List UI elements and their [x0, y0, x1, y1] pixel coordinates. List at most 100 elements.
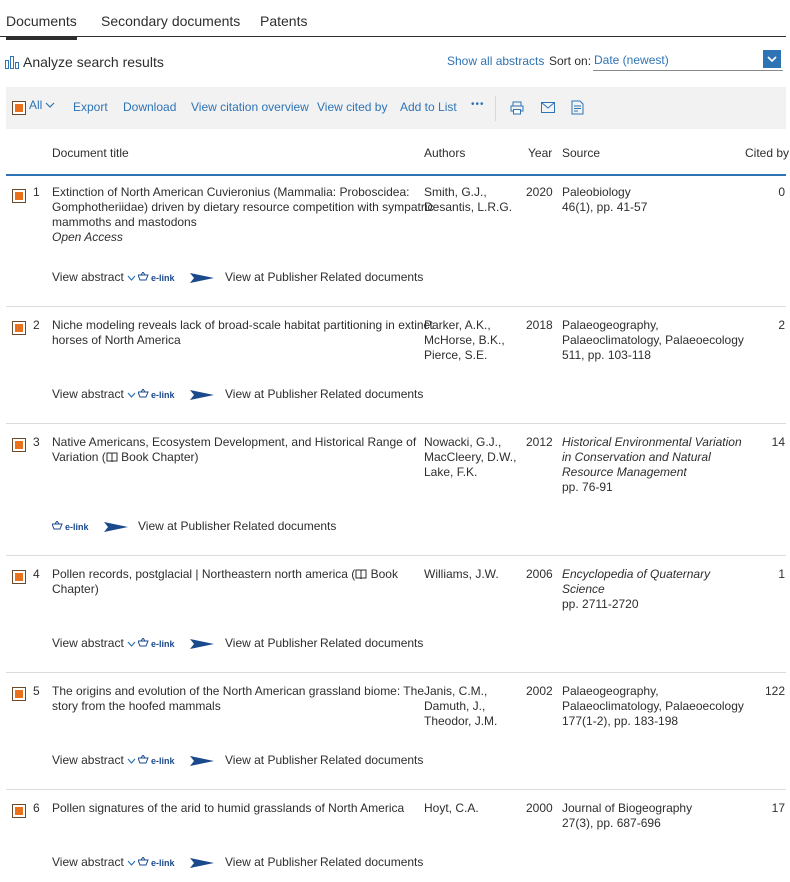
- title-line-with-icon: Pollen records, postglacial | Northeaste…: [52, 567, 398, 582]
- column-header-source[interactable]: Source: [562, 146, 600, 161]
- view-abstract-button[interactable]: View abstract: [52, 753, 136, 768]
- row-checkbox[interactable]: [12, 438, 26, 452]
- document-title-link[interactable]: Pollen records, postglacial | Northeaste…: [52, 567, 398, 597]
- column-header-cited-by[interactable]: Cited by: [745, 146, 789, 161]
- author-link[interactable]: Damuth, J.,: [424, 699, 497, 714]
- analyze-search-results-link[interactable]: Analyze search results: [23, 54, 164, 70]
- author-link[interactable]: Janis, C.M.,: [424, 684, 497, 699]
- document-title-link[interactable]: Extinction of North American Cuvieronius…: [52, 185, 434, 245]
- author-link[interactable]: Hoyt, C.A.: [424, 801, 479, 816]
- row-checkbox[interactable]: [12, 189, 26, 203]
- sort-select[interactable]: Date (newest): [593, 49, 783, 71]
- column-header-authors[interactable]: Authors: [424, 146, 465, 161]
- cited-by-count[interactable]: 2: [778, 318, 785, 333]
- source-title: Paleobiology: [562, 185, 631, 199]
- title-line: Book: [367, 567, 398, 581]
- author-link[interactable]: Lake, F.K.: [424, 465, 516, 480]
- document-title-link[interactable]: The origins and evolution of the North A…: [52, 684, 424, 714]
- document-title-link[interactable]: Pollen signatures of the arid to humid g…: [52, 801, 404, 816]
- title-line-with-icon: Variation ( Book Chapter): [52, 450, 416, 465]
- analyze-icon[interactable]: [5, 55, 20, 69]
- author-link[interactable]: Theodor, J.M.: [424, 714, 497, 729]
- view-at-publisher-link[interactable]: View at Publisher: [138, 519, 231, 534]
- elink-logo-link[interactable]: e-link: [138, 638, 214, 650]
- elink-logo-link[interactable]: e-link: [138, 857, 214, 869]
- sort-label: Sort on:: [549, 54, 592, 68]
- row-checkbox[interactable]: [12, 321, 26, 335]
- authors-cell: Hoyt, C.A.: [424, 801, 479, 816]
- related-documents-link[interactable]: Related documents: [320, 855, 423, 870]
- author-link[interactable]: Smith, G.J.,: [424, 185, 512, 200]
- document-title-link[interactable]: Native Americans, Ecosystem Development,…: [52, 435, 416, 465]
- row-checkbox[interactable]: [12, 804, 26, 818]
- elink-logo-link[interactable]: e-link: [138, 272, 214, 284]
- author-link[interactable]: Pierce, S.E.: [424, 348, 505, 363]
- source-cell[interactable]: Encyclopedia of Quaternary Science pp. 2…: [562, 567, 710, 612]
- download-button[interactable]: Download: [123, 100, 176, 114]
- column-header-year[interactable]: Year: [528, 146, 552, 161]
- elink-label: e-link: [151, 756, 176, 766]
- row-checkbox[interactable]: [12, 687, 26, 701]
- elink-logo-link[interactable]: e-link: [52, 521, 128, 533]
- view-at-publisher-link[interactable]: View at Publisher: [225, 387, 318, 402]
- cited-by-count[interactable]: 14: [772, 435, 785, 450]
- view-abstract-button[interactable]: View abstract: [52, 270, 136, 285]
- source-cell[interactable]: Journal of Biogeography 27(3), pp. 687-6…: [562, 801, 692, 831]
- view-abstract-button[interactable]: View abstract: [52, 387, 136, 402]
- cited-by-count[interactable]: 122: [765, 684, 785, 699]
- author-link[interactable]: McHorse, B.K.,: [424, 333, 505, 348]
- year-cell: 2006: [526, 567, 553, 581]
- show-all-abstracts-link[interactable]: Show all abstracts: [447, 54, 544, 68]
- elink-logo-link[interactable]: e-link: [138, 755, 214, 767]
- author-link[interactable]: Williams, J.W.: [424, 567, 499, 582]
- source-cell[interactable]: Palaeogeography, Palaeoclimatology, Pala…: [562, 318, 744, 363]
- source-cell[interactable]: Palaeogeography, Palaeoclimatology, Pala…: [562, 684, 744, 729]
- source-title: Historical Environmental Variation: [562, 435, 742, 449]
- chevron-down-icon: [127, 758, 136, 764]
- select-all-label[interactable]: All: [29, 98, 42, 112]
- chevron-down-icon: [127, 275, 136, 281]
- bibliography-icon[interactable]: [571, 100, 584, 115]
- print-icon[interactable]: [510, 101, 524, 115]
- cited-by-count[interactable]: 17: [772, 801, 785, 816]
- related-documents-link[interactable]: Related documents: [320, 270, 423, 285]
- cited-by-count[interactable]: 0: [778, 185, 785, 200]
- view-abstract-button[interactable]: View abstract: [52, 855, 136, 870]
- elink-logo-link[interactable]: e-link: [138, 389, 214, 401]
- export-button[interactable]: Export: [73, 100, 108, 114]
- cited-by-count[interactable]: 1: [778, 567, 785, 582]
- related-documents-link[interactable]: Related documents: [320, 753, 423, 768]
- chevron-down-icon[interactable]: [45, 101, 55, 109]
- source-cell[interactable]: Paleobiology 46(1), pp. 41-57: [562, 185, 647, 215]
- view-at-publisher-link[interactable]: View at Publisher: [225, 636, 318, 651]
- related-documents-link[interactable]: Related documents: [320, 636, 423, 651]
- title-line: The origins and evolution of the North A…: [52, 684, 424, 698]
- row-number: 3: [33, 435, 40, 449]
- author-link[interactable]: Parker, A.K.,: [424, 318, 505, 333]
- view-at-publisher-link[interactable]: View at Publisher: [225, 270, 318, 285]
- title-line: Gomphotheriidae) driven by dietary resou…: [52, 200, 434, 214]
- tab-secondary-documents[interactable]: Secondary documents: [101, 13, 240, 29]
- chevron-down-icon: [127, 392, 136, 398]
- select-all-checkbox[interactable]: [12, 101, 26, 115]
- view-at-publisher-link[interactable]: View at Publisher: [225, 855, 318, 870]
- tab-patents[interactable]: Patents: [260, 13, 307, 29]
- author-link[interactable]: MacCleery, D.W.,: [424, 450, 516, 465]
- source-cell[interactable]: Historical Environmental Variation in Co…: [562, 435, 742, 495]
- author-link[interactable]: Desantis, L.R.G.: [424, 200, 512, 215]
- email-icon[interactable]: [541, 102, 555, 113]
- view-cited-by-button[interactable]: View cited by: [317, 100, 387, 114]
- add-to-list-button[interactable]: Add to List: [400, 100, 457, 114]
- column-header-title[interactable]: Document title: [52, 146, 129, 161]
- view-abstract-button[interactable]: View abstract: [52, 636, 136, 651]
- document-title-link[interactable]: Niche modeling reveals lack of broad-sca…: [52, 318, 433, 348]
- related-documents-link[interactable]: Related documents: [320, 387, 423, 402]
- row-checkbox[interactable]: [12, 570, 26, 584]
- related-documents-link[interactable]: Related documents: [233, 519, 336, 534]
- source-details: 511, pp. 103-118: [562, 348, 651, 362]
- view-citation-overview-button[interactable]: View citation overview: [191, 100, 309, 114]
- tab-documents[interactable]: Documents: [6, 13, 77, 40]
- more-actions-button[interactable]: •••: [471, 99, 485, 110]
- view-at-publisher-link[interactable]: View at Publisher: [225, 753, 318, 768]
- author-link[interactable]: Nowacki, G.J.,: [424, 435, 516, 450]
